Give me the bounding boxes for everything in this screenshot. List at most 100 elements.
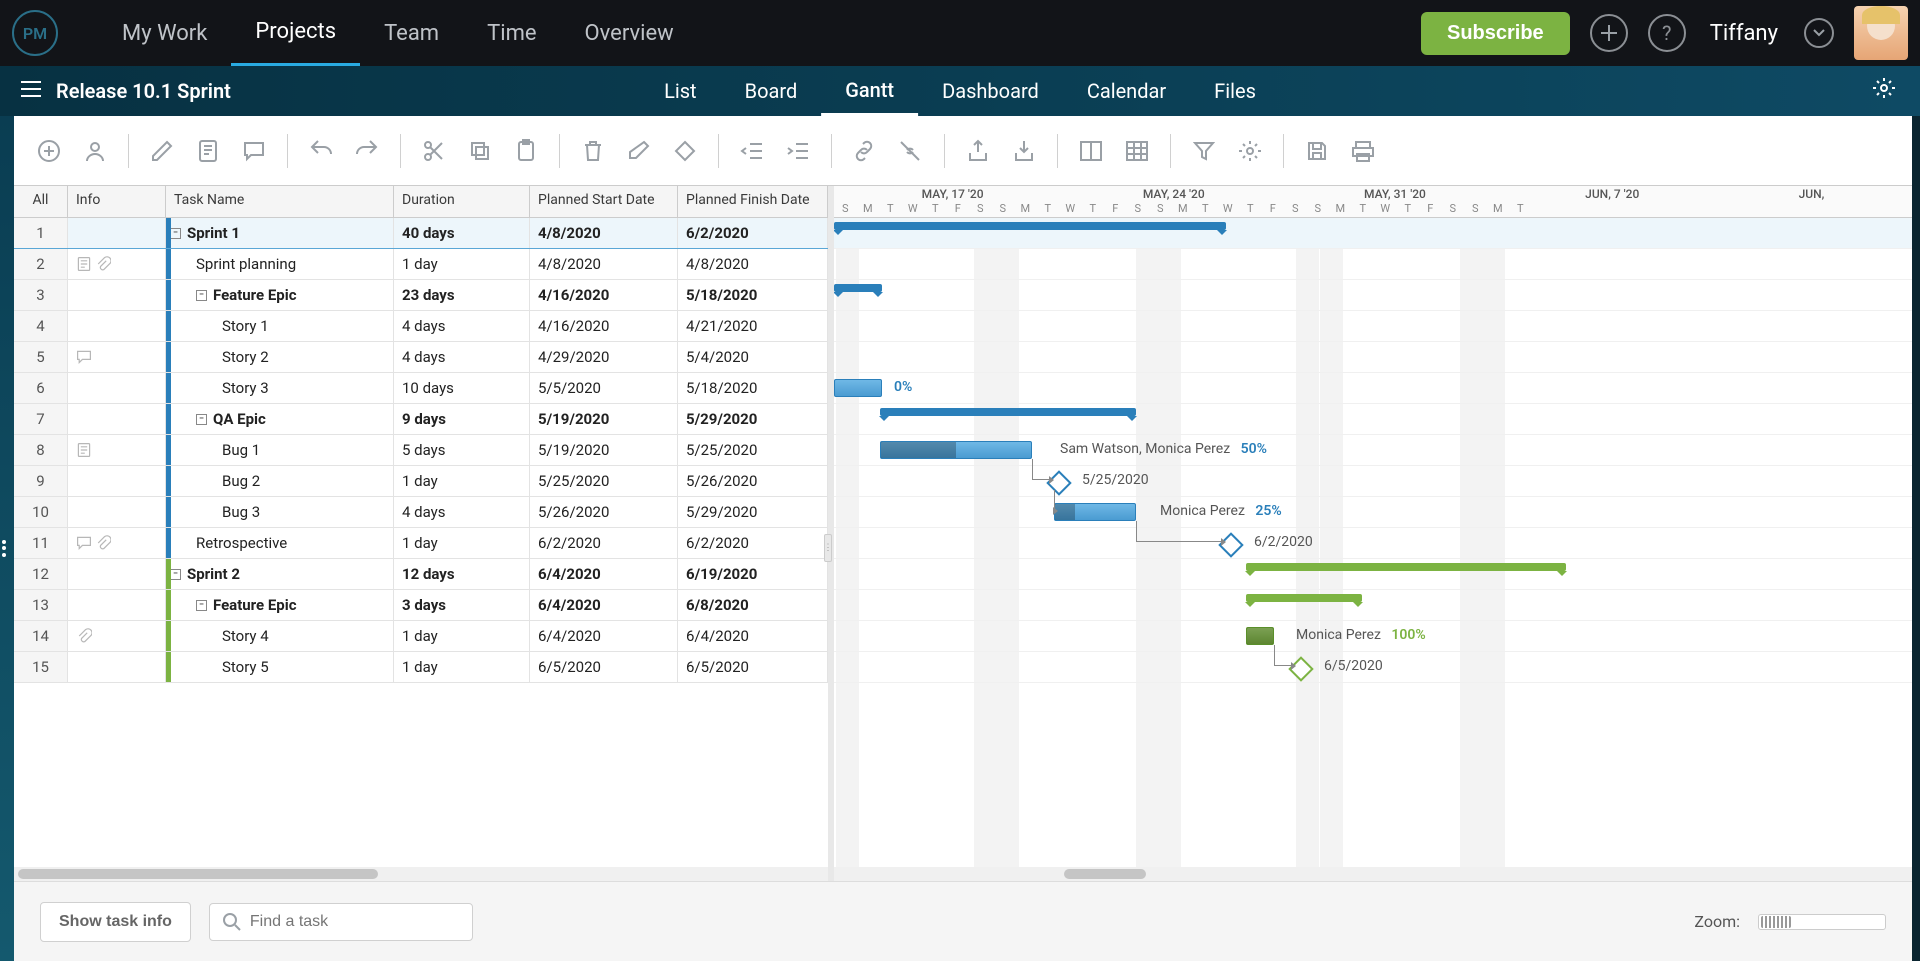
collapse-toggle[interactable]: −: [170, 569, 181, 580]
add-button[interactable]: [1590, 14, 1628, 52]
nav-item-team[interactable]: Team: [360, 0, 463, 66]
start-cell[interactable]: 6/4/2020: [530, 621, 678, 651]
duration-cell[interactable]: 4 days: [394, 497, 530, 527]
gantt-row[interactable]: [834, 559, 1912, 590]
view-tab-files[interactable]: Files: [1190, 66, 1280, 116]
gantt-task-bar[interactable]: [834, 379, 882, 397]
duration-cell[interactable]: 4 days: [394, 311, 530, 341]
redo-button[interactable]: [354, 138, 380, 164]
col-all[interactable]: All: [14, 186, 68, 217]
task-name-cell[interactable]: Bug 1: [166, 435, 394, 465]
nav-item-time[interactable]: Time: [463, 0, 560, 66]
start-cell[interactable]: 6/2/2020: [530, 528, 678, 558]
duration-cell[interactable]: 1 day: [394, 466, 530, 496]
gantt-row[interactable]: [834, 280, 1912, 311]
finish-cell[interactable]: 6/2/2020: [678, 528, 828, 558]
milestone-button[interactable]: [672, 138, 698, 164]
table-row[interactable]: 3−Feature Epic23 days4/16/20205/18/2020: [14, 280, 828, 311]
gantt-summary-bar[interactable]: [834, 222, 1226, 230]
table-h-scroll[interactable]: [14, 867, 828, 881]
show-task-info-button[interactable]: Show task info: [40, 902, 191, 942]
task-name-cell[interactable]: Bug 3: [166, 497, 394, 527]
nav-item-projects[interactable]: Projects: [231, 0, 360, 66]
start-cell[interactable]: 5/5/2020: [530, 373, 678, 403]
table-row[interactable]: 15Story 51 day6/5/20206/5/2020: [14, 652, 828, 683]
duration-cell[interactable]: 4 days: [394, 342, 530, 372]
gantt-summary-bar[interactable]: [1246, 563, 1566, 571]
search-box[interactable]: [209, 903, 473, 941]
subscribe-button[interactable]: Subscribe: [1421, 12, 1570, 55]
help-button[interactable]: ?: [1648, 14, 1686, 52]
col-finish[interactable]: Planned Finish Date: [678, 186, 828, 217]
gantt-summary-bar[interactable]: [834, 284, 882, 292]
export-button[interactable]: [965, 138, 991, 164]
edit-button[interactable]: [149, 138, 175, 164]
col-info[interactable]: Info: [68, 186, 166, 217]
gantt-row[interactable]: [834, 249, 1912, 280]
finish-cell[interactable]: 5/4/2020: [678, 342, 828, 372]
finish-cell[interactable]: 4/8/2020: [678, 249, 828, 279]
comment-button[interactable]: [241, 138, 267, 164]
gantt-task-bar[interactable]: [1054, 503, 1136, 521]
menu-button[interactable]: [20, 79, 42, 104]
gantt-row[interactable]: [834, 590, 1912, 621]
col-duration[interactable]: Duration: [394, 186, 530, 217]
start-cell[interactable]: 5/19/2020: [530, 404, 678, 434]
undo-button[interactable]: [308, 138, 334, 164]
assign-button[interactable]: [82, 138, 108, 164]
finish-cell[interactable]: 5/29/2020: [678, 497, 828, 527]
user-menu-caret[interactable]: [1804, 18, 1834, 48]
task-name-cell[interactable]: Story 3: [166, 373, 394, 403]
gantt-row[interactable]: [834, 311, 1912, 342]
duration-cell[interactable]: 5 days: [394, 435, 530, 465]
search-input[interactable]: [250, 913, 460, 931]
nav-item-overview[interactable]: Overview: [561, 0, 698, 66]
note-button[interactable]: [195, 138, 221, 164]
nav-item-my-work[interactable]: My Work: [98, 0, 231, 66]
start-cell[interactable]: 4/8/2020: [530, 249, 678, 279]
collapse-toggle[interactable]: −: [170, 228, 181, 239]
task-name-cell[interactable]: Sprint planning: [166, 249, 394, 279]
collapse-toggle[interactable]: −: [196, 290, 207, 301]
start-cell[interactable]: 4/16/2020: [530, 280, 678, 310]
duration-cell[interactable]: 3 days: [394, 590, 530, 620]
task-name-cell[interactable]: Story 2: [166, 342, 394, 372]
gantt-row[interactable]: Monica Perez 25%: [834, 497, 1912, 528]
outdent-button[interactable]: [739, 138, 765, 164]
task-name-cell[interactable]: Story 5: [166, 652, 394, 682]
gantt-row[interactable]: 6/5/2020: [834, 652, 1912, 683]
finish-cell[interactable]: 6/19/2020: [678, 559, 828, 589]
duration-cell[interactable]: 40 days: [394, 218, 530, 248]
edge-handle-icon[interactable]: [2, 539, 6, 559]
panel-resize-grip[interactable]: ⋮: [824, 534, 832, 562]
finish-cell[interactable]: 5/18/2020: [678, 280, 828, 310]
link-button[interactable]: [852, 138, 878, 164]
start-cell[interactable]: 5/26/2020: [530, 497, 678, 527]
task-name-cell[interactable]: −Sprint 2: [166, 559, 394, 589]
delete-button[interactable]: [580, 138, 606, 164]
task-name-cell[interactable]: −Feature Epic: [166, 590, 394, 620]
view-tab-calendar[interactable]: Calendar: [1063, 66, 1190, 116]
start-cell[interactable]: 4/29/2020: [530, 342, 678, 372]
view-tab-list[interactable]: List: [640, 66, 721, 116]
table-row[interactable]: 8Bug 15 days5/19/20205/25/2020: [14, 435, 828, 466]
finish-cell[interactable]: 6/5/2020: [678, 652, 828, 682]
task-name-cell[interactable]: −Sprint 1: [166, 218, 394, 248]
table-row[interactable]: 13−Feature Epic3 days6/4/20206/8/2020: [14, 590, 828, 621]
task-name-cell[interactable]: −Feature Epic: [166, 280, 394, 310]
table-row[interactable]: 10Bug 34 days5/26/20205/29/2020: [14, 497, 828, 528]
view-tab-dashboard[interactable]: Dashboard: [918, 66, 1063, 116]
task-name-cell[interactable]: Retrospective: [166, 528, 394, 558]
table-row[interactable]: 9Bug 21 day5/25/20205/26/2020: [14, 466, 828, 497]
unlink-button[interactable]: [898, 138, 924, 164]
settings-tool-button[interactable]: [1237, 138, 1263, 164]
start-cell[interactable]: 6/4/2020: [530, 559, 678, 589]
task-name-cell[interactable]: Story 4: [166, 621, 394, 651]
save-button[interactable]: [1304, 138, 1330, 164]
gantt-summary-bar[interactable]: [1246, 594, 1362, 602]
gantt-row[interactable]: [834, 218, 1912, 249]
table-row[interactable]: 6Story 310 days5/5/20205/18/2020: [14, 373, 828, 404]
duration-cell[interactable]: 1 day: [394, 249, 530, 279]
table-row[interactable]: 2Sprint planning1 day4/8/20204/8/2020: [14, 249, 828, 280]
erase-button[interactable]: [626, 138, 652, 164]
